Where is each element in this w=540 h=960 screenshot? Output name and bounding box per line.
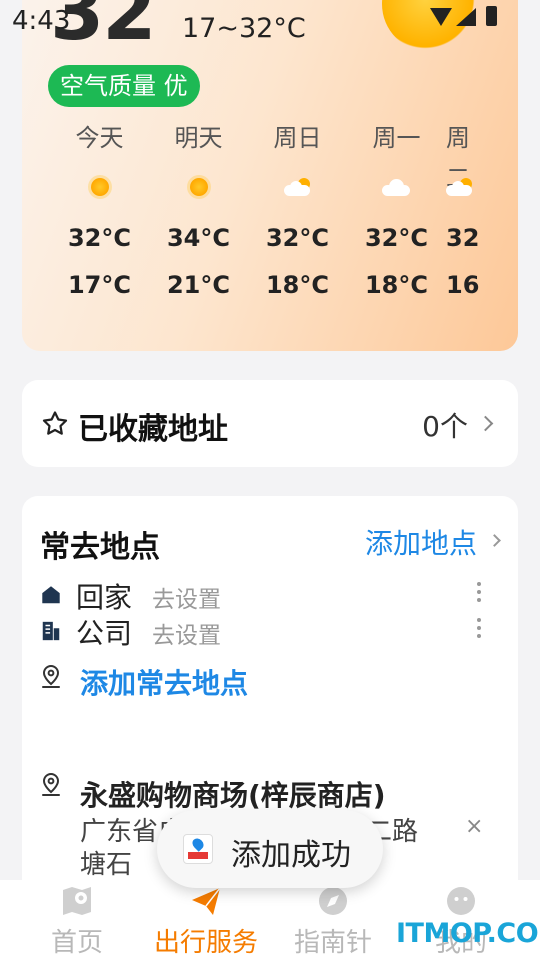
poi-title[interactable]: 永盛购物商场(梓辰商店)	[80, 774, 386, 814]
high-temp: 32°C	[67, 224, 131, 252]
low-temp: 16	[446, 271, 480, 299]
low-temp: 21°C	[166, 271, 230, 299]
weather-card[interactable]: 32 17~32°C 空气质量 优 今天 32°C 17°C 明天 34°C 2…	[22, 0, 518, 351]
forecast-day[interactable]: 明天 34°C 21°C	[149, 118, 248, 310]
day-name: 明天	[174, 124, 223, 152]
more-icon[interactable]	[477, 618, 481, 638]
chevron-right-icon	[477, 415, 494, 432]
high-temp: 32	[446, 224, 480, 252]
battery-icon	[486, 6, 497, 26]
status-time: 4:43	[12, 6, 71, 36]
partly-cloudy-icon	[446, 178, 474, 196]
partly-cloudy-icon	[283, 178, 312, 196]
location-pin-icon	[42, 772, 60, 796]
high-temp: 32°C	[364, 224, 428, 252]
day-name: 周一	[372, 124, 421, 152]
watermark: ITMOP.COM	[396, 918, 540, 949]
home-icon	[42, 586, 60, 604]
day-name: 今天	[75, 124, 124, 152]
close-icon[interactable]: ×	[465, 814, 483, 839]
add-place-link[interactable]: 添加地点	[365, 522, 477, 562]
day-name: 周日	[273, 124, 322, 152]
home-hint[interactable]: 去设置	[152, 580, 221, 614]
tab-label: 指南针	[293, 928, 372, 958]
work-label: 公司	[76, 617, 133, 650]
high-temp: 32°C	[265, 224, 329, 252]
paper-plane-icon	[192, 887, 221, 915]
tab-travel-services[interactable]: 出行服务	[141, 880, 271, 960]
wifi-icon	[430, 8, 452, 26]
forecast-day[interactable]: 周二 32 16	[446, 118, 486, 310]
saved-count: 0个	[422, 410, 468, 443]
saved-addresses-row[interactable]: 已收藏地址 0个	[22, 380, 518, 467]
air-quality-badge[interactable]: 空气质量 优	[48, 65, 200, 107]
saved-addresses-title: 已收藏地址	[78, 412, 228, 447]
home-row[interactable]: 回家 去设置	[22, 576, 518, 614]
home-label: 回家	[76, 581, 133, 614]
toast-text: 添加成功	[231, 838, 351, 873]
day-name: 周二	[446, 124, 470, 192]
low-temp: 18°C	[364, 271, 428, 299]
signal-icon	[456, 8, 476, 26]
profile-icon	[447, 887, 475, 915]
add-frequent-place-button[interactable]: 添加常去地点	[80, 662, 248, 702]
cloudy-icon	[381, 178, 412, 196]
tab-compass[interactable]: 指南针	[268, 880, 398, 960]
forecast-day[interactable]: 今天 32°C 17°C	[50, 118, 149, 310]
location-pin-icon	[42, 664, 60, 688]
forecast-strip[interactable]: 今天 32°C 17°C 明天 34°C 21°C 周日 32°C 18°C 周…	[50, 118, 486, 310]
compass-icon	[319, 887, 347, 915]
work-hint[interactable]: 去设置	[152, 616, 221, 650]
sunny-icon	[90, 178, 109, 196]
forecast-day[interactable]: 周一 32°C 18°C	[347, 118, 446, 310]
chevron-right-icon	[488, 534, 501, 547]
app-icon	[183, 834, 213, 864]
tab-label: 出行服务	[153, 928, 258, 958]
low-temp: 18°C	[265, 271, 329, 299]
tab-label: 首页	[50, 928, 103, 958]
high-temp: 34°C	[166, 224, 230, 252]
work-row[interactable]: 公司 去设置	[22, 612, 518, 650]
more-icon[interactable]	[477, 582, 481, 602]
star-icon	[42, 411, 68, 435]
status-bar: 4:43	[0, 0, 540, 44]
office-icon	[42, 621, 60, 641]
sunny-icon	[189, 178, 208, 196]
forecast-day[interactable]: 周日 32°C 18°C	[248, 118, 347, 310]
frequent-places-title: 常去地点	[40, 530, 160, 565]
tab-home[interactable]: 首页	[12, 880, 142, 960]
toast-message: 添加成功	[157, 810, 383, 888]
home-map-icon	[63, 887, 91, 915]
low-temp: 17°C	[67, 271, 131, 299]
